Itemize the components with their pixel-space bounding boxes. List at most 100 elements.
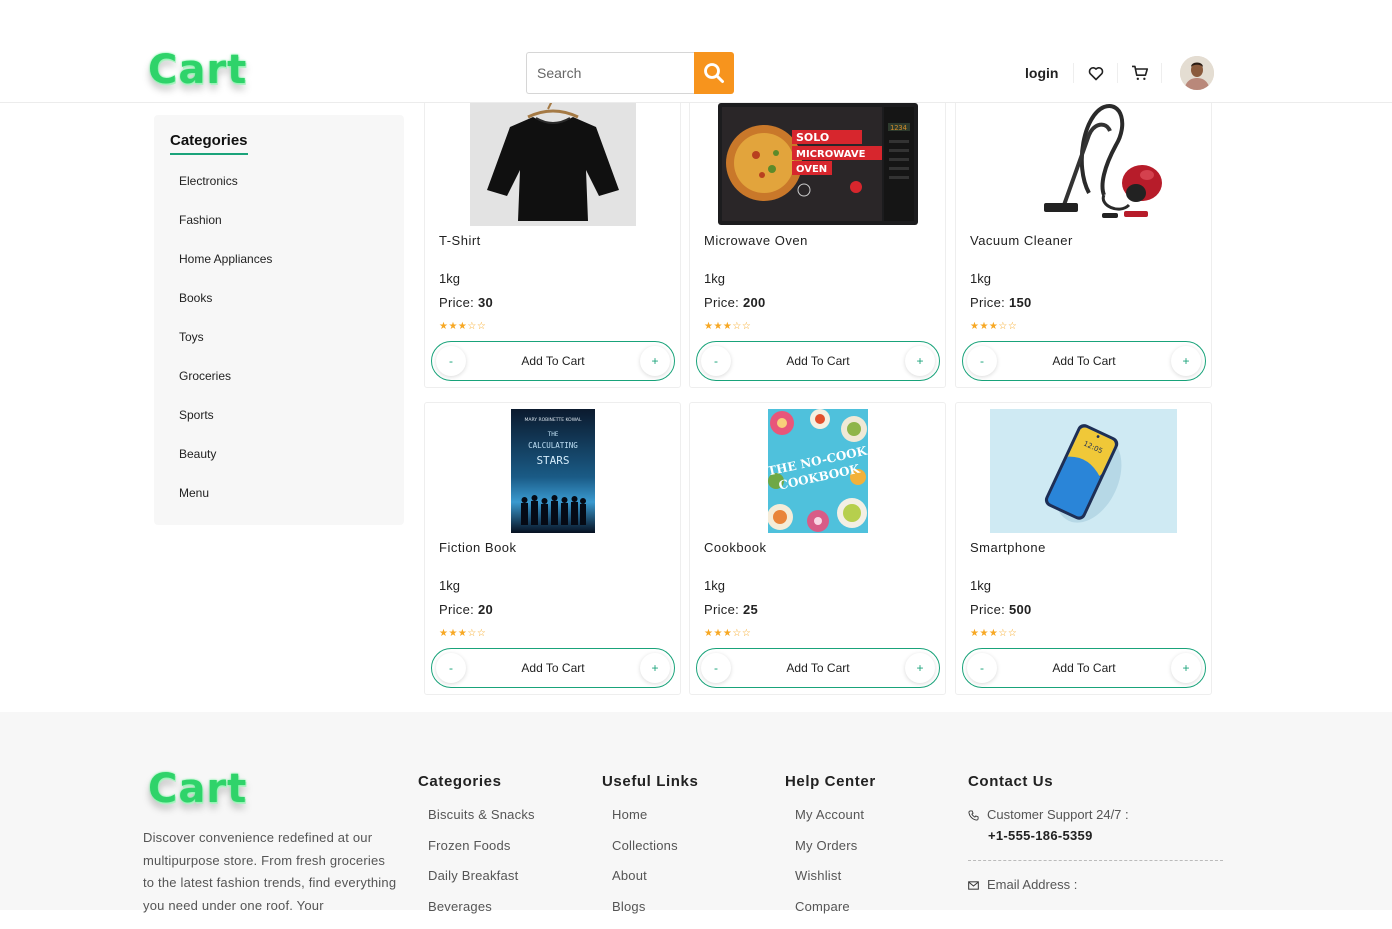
footer-logo[interactable]: Cart bbox=[148, 766, 247, 812]
product-price: Price: 20 bbox=[439, 602, 493, 617]
decrease-quantity-button[interactable]: - bbox=[701, 346, 731, 376]
decrease-quantity-button[interactable]: - bbox=[436, 346, 466, 376]
increase-quantity-button[interactable]: + bbox=[905, 346, 935, 376]
footer-link-beverages[interactable]: Beverages bbox=[428, 899, 535, 929]
category-electronics[interactable]: Electronics bbox=[179, 173, 272, 212]
add-to-cart-control: - Add To Cart + bbox=[962, 648, 1206, 688]
product-image-frame bbox=[956, 95, 1211, 219]
decrease-quantity-button[interactable]: - bbox=[436, 653, 466, 683]
microwave-image[interactable]: SOLO MICROWAVE OVEN 1234 bbox=[716, 95, 920, 226]
increase-quantity-button[interactable]: + bbox=[905, 653, 935, 683]
footer-help-center: Help Center My Account My Orders Wishlis… bbox=[785, 773, 876, 929]
email-label: Email Address : bbox=[987, 877, 1077, 892]
rating-stars: ★★★☆☆ bbox=[704, 628, 751, 639]
product-weight: 1kg bbox=[704, 271, 725, 286]
product-price: Price: 500 bbox=[970, 602, 1032, 617]
increase-quantity-button[interactable]: + bbox=[1171, 346, 1201, 376]
decrease-quantity-button[interactable]: - bbox=[701, 653, 731, 683]
user-avatar[interactable] bbox=[1180, 56, 1214, 90]
microwave-text-2: MICROWAVE bbox=[796, 149, 866, 160]
footer-link-blogs[interactable]: Blogs bbox=[612, 899, 698, 929]
microwave-display: 1234 bbox=[890, 124, 907, 132]
vacuum-image[interactable] bbox=[1004, 95, 1164, 226]
add-to-cart-button[interactable]: Add To Cart bbox=[521, 661, 584, 675]
product-card: T-Shirt 1kg Price: 30 ★★★☆☆ - Add To Car… bbox=[424, 95, 681, 388]
product-weight: 1kg bbox=[704, 578, 725, 593]
category-books[interactable]: Books bbox=[179, 290, 272, 329]
product-image-frame: 12:05 bbox=[956, 409, 1211, 533]
product-name[interactable]: T-Shirt bbox=[439, 233, 481, 248]
increase-quantity-button[interactable]: + bbox=[640, 653, 670, 683]
product-name[interactable]: Smartphone bbox=[970, 540, 1046, 555]
category-beauty[interactable]: Beauty bbox=[179, 446, 272, 485]
product-price: Price: 30 bbox=[439, 295, 493, 310]
login-link[interactable]: login bbox=[1010, 63, 1074, 83]
category-sidebar: Categories Electronics Fashion Home Appl… bbox=[154, 115, 404, 525]
search-button[interactable] bbox=[694, 52, 734, 94]
product-price: Price: 25 bbox=[704, 602, 758, 617]
category-fashion[interactable]: Fashion bbox=[179, 212, 272, 251]
category-sports[interactable]: Sports bbox=[179, 407, 272, 446]
add-to-cart-button[interactable]: Add To Cart bbox=[1052, 661, 1115, 675]
increase-quantity-button[interactable]: + bbox=[640, 346, 670, 376]
price-label: Price: bbox=[970, 602, 1005, 617]
add-to-cart-button[interactable]: Add To Cart bbox=[521, 354, 584, 368]
footer-link-biscuits-snacks[interactable]: Biscuits & Snacks bbox=[428, 807, 535, 838]
category-list: Electronics Fashion Home Appliances Book… bbox=[179, 173, 272, 524]
footer-link-my-orders[interactable]: My Orders bbox=[795, 838, 876, 869]
footer-categories-title: Categories bbox=[418, 773, 535, 790]
add-to-cart-button[interactable]: Add To Cart bbox=[786, 354, 849, 368]
footer-link-about[interactable]: About bbox=[612, 868, 698, 899]
product-name[interactable]: Microwave Oven bbox=[704, 233, 808, 248]
footer-link-my-account[interactable]: My Account bbox=[795, 807, 876, 838]
product-name[interactable]: Fiction Book bbox=[439, 540, 517, 555]
price-value: 500 bbox=[1009, 602, 1032, 617]
category-home-appliances[interactable]: Home Appliances bbox=[179, 251, 272, 290]
rating-stars: ★★★☆☆ bbox=[970, 628, 1017, 639]
add-to-cart-button[interactable]: Add To Cart bbox=[786, 661, 849, 675]
rating-stars: ★★★☆☆ bbox=[704, 321, 751, 332]
product-name[interactable]: Cookbook bbox=[704, 540, 767, 555]
footer-link-collections[interactable]: Collections bbox=[612, 838, 698, 869]
product-name[interactable]: Vacuum Cleaner bbox=[970, 233, 1073, 248]
support-phone[interactable]: +1-555-186-5359 bbox=[968, 828, 1223, 843]
decrease-quantity-button[interactable]: - bbox=[967, 346, 997, 376]
search-input[interactable] bbox=[526, 52, 694, 94]
cart-button[interactable] bbox=[1118, 63, 1162, 83]
increase-quantity-button[interactable]: + bbox=[1171, 653, 1201, 683]
category-toys[interactable]: Toys bbox=[179, 329, 272, 368]
price-value: 25 bbox=[743, 602, 758, 617]
price-label: Price: bbox=[439, 602, 474, 617]
footer-useful-links-title: Useful Links bbox=[602, 773, 698, 790]
site-logo[interactable]: Cart bbox=[148, 47, 247, 93]
footer-link-compare[interactable]: Compare bbox=[795, 899, 876, 929]
category-groceries[interactable]: Groceries bbox=[179, 368, 272, 407]
add-to-cart-control: - Add To Cart + bbox=[696, 341, 940, 381]
tshirt-image[interactable] bbox=[470, 95, 636, 226]
footer-contact-title: Contact Us bbox=[968, 773, 1223, 790]
support-label: Customer Support 24/7 : bbox=[987, 807, 1129, 822]
cookbook-image[interactable]: THE NO-COOK COOKBOOK bbox=[768, 409, 868, 533]
book-title-1: THE bbox=[547, 431, 558, 438]
price-value: 30 bbox=[478, 295, 493, 310]
phone-icon bbox=[968, 810, 979, 821]
category-menu[interactable]: Menu bbox=[179, 485, 272, 524]
microwave-text-1: SOLO bbox=[796, 131, 829, 144]
site-footer: Cart Discover convenience redefined at o… bbox=[0, 712, 1392, 910]
footer-link-daily-breakfast[interactable]: Daily Breakfast bbox=[428, 868, 535, 899]
fiction-book-image[interactable]: MARY ROBINETTE KOWAL THE CALCULATING STA… bbox=[511, 409, 595, 533]
footer-link-frozen-foods[interactable]: Frozen Foods bbox=[428, 838, 535, 869]
product-price: Price: 150 bbox=[970, 295, 1032, 310]
decrease-quantity-button[interactable]: - bbox=[967, 653, 997, 683]
footer-link-wishlist[interactable]: Wishlist bbox=[795, 868, 876, 899]
support-row: Customer Support 24/7 : bbox=[968, 807, 1223, 822]
wishlist-button[interactable] bbox=[1074, 63, 1118, 83]
cart-icon bbox=[1131, 65, 1149, 81]
microwave-text-3: OVEN bbox=[796, 164, 827, 175]
product-image-frame: MARY ROBINETTE KOWAL THE CALCULATING STA… bbox=[425, 409, 680, 533]
smartphone-image[interactable]: 12:05 bbox=[990, 409, 1177, 533]
product-card: THE NO-COOK COOKBOOK Cookbook 1kg Price:… bbox=[689, 402, 946, 695]
add-to-cart-button[interactable]: Add To Cart bbox=[1052, 354, 1115, 368]
footer-link-home[interactable]: Home bbox=[612, 807, 698, 838]
product-card: Vacuum Cleaner 1kg Price: 150 ★★★☆☆ - Ad… bbox=[955, 95, 1212, 388]
